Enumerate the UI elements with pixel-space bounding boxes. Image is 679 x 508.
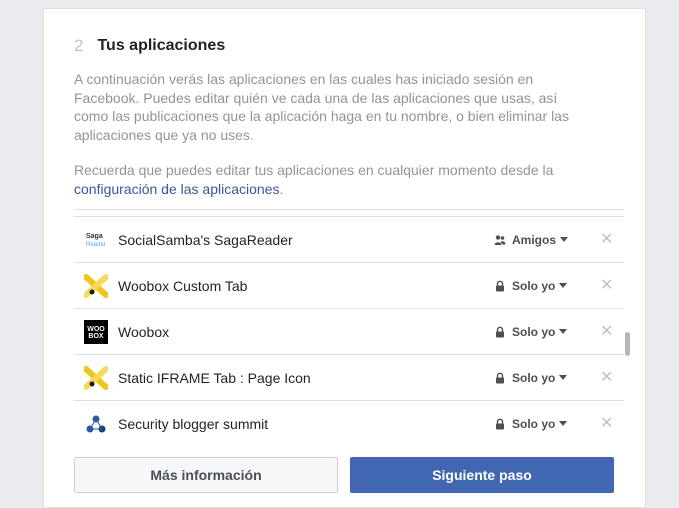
app-row-woobox-custom-tab: Woobox Custom Tab Solo yo ✕ [74,262,624,308]
lock-icon [496,280,504,291]
privacy-label: Solo yo [512,416,556,431]
chevron-down-icon [559,329,568,334]
woobox-custom-tab-icon [83,273,109,298]
app-row-socialsamba: Saga Reader SocialSamba's SagaReader Ami… [74,216,624,262]
app-settings-link[interactable]: configuración de las aplicaciones [74,181,279,197]
privacy-selector[interactable]: Solo yo [494,278,568,294]
apps-review-card: 2 Tus aplicaciones A continuación verás … [43,8,646,508]
lock-icon [496,372,504,383]
app-list: Saga Reader SocialSamba's SagaReader Ami… [74,209,624,438]
woobox-logo-text-2: BOX [88,333,104,340]
lock-icon [496,326,504,337]
friends-icon [494,234,506,245]
step-description: A continuación verás las aplicaciones en… [74,71,569,143]
app-name: Static IFRAME Tab : Page Icon [118,369,311,386]
app-row-security-blogger-summit: Security blogger summit Solo yo ✕ [74,400,624,438]
app-name: Woobox Custom Tab [118,277,248,294]
app-row-woobox: WOO BOX Woobox Solo yo ✕ [74,308,624,354]
privacy-selector[interactable]: Solo yo [494,324,568,340]
app-row-static-iframe-tab: Static IFRAME Tab : Page Icon Solo yo ✕ [74,354,624,400]
reminder-text: Recuerda que puedes editar tus aplicacio… [74,162,554,178]
next-step-button[interactable]: Siguiente paso [350,457,614,493]
privacy-selector[interactable]: Solo yo [494,370,568,386]
privacy-label: Solo yo [512,370,556,385]
chevron-down-icon [559,283,568,288]
privacy-label: Solo yo [512,324,556,339]
chevron-down-icon [560,237,569,242]
chevron-down-icon [559,375,568,380]
lock-icon [496,418,504,429]
static-iframe-tab-icon [83,365,109,390]
app-name: Woobox [118,323,170,340]
step-title: Tus aplicaciones [97,37,226,54]
privacy-selector[interactable]: Solo yo [494,416,568,432]
woobox-logo-text-1: WOO [87,326,105,333]
remove-app-button[interactable]: ✕ [600,231,613,249]
scrollbar-thumb[interactable] [625,332,630,356]
chevron-down-icon [559,421,568,426]
remove-app-button[interactable]: ✕ [600,415,613,433]
app-name: SocialSamba's SagaReader [118,231,293,248]
sagareader-logo-text-2: Reader [86,242,106,248]
woobox-logo-icon: WOO BOX [84,319,108,344]
privacy-label: Solo yo [512,278,556,293]
step-header: 2 Tus aplicaciones [74,34,225,58]
reminder-suffix: . [279,180,284,197]
privacy-selector[interactable]: Amigos [494,232,569,248]
sagareader-icon: Saga Reader [84,228,108,252]
step-number: 2 [74,36,84,55]
remove-app-button[interactable]: ✕ [600,277,613,295]
settings-reminder: Recuerda que puedes editar tus aplicacio… [74,161,614,198]
remove-app-button[interactable]: ✕ [600,369,613,387]
privacy-label: Amigos [512,232,557,247]
security-blogger-summit-icon [84,412,108,436]
remove-app-button[interactable]: ✕ [600,323,613,341]
more-info-button[interactable]: Más información [74,457,338,493]
app-name: Security blogger summit [118,415,269,432]
sagareader-logo-text-1: Saga [86,233,103,240]
